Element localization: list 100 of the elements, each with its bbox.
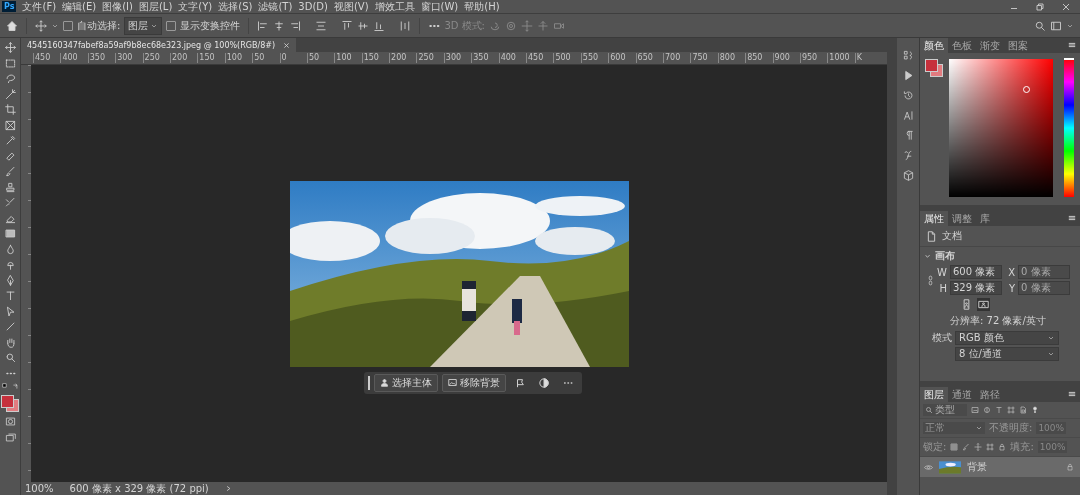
blend-mode-dropdown[interactable]: 正常 xyxy=(923,422,985,434)
lock-pixels-icon[interactable] xyxy=(950,443,959,451)
menu-item[interactable]: 视图(V) xyxy=(333,0,369,13)
target-dropdown[interactable]: 图层 xyxy=(124,16,163,35)
align-top-icon[interactable] xyxy=(341,19,354,32)
history-brush-icon[interactable] xyxy=(4,197,16,208)
close-icon[interactable] xyxy=(283,41,291,49)
layer-row[interactable]: 背景 xyxy=(920,457,1080,477)
eye-icon[interactable] xyxy=(924,462,933,472)
task-bar-button[interactable]: 选择主体 xyxy=(373,373,438,392)
menu-item[interactable]: 3D(D) xyxy=(298,0,328,13)
panel-tab[interactable]: 库 xyxy=(976,211,994,226)
swap-colors-icon[interactable] xyxy=(11,383,19,390)
history-icon[interactable] xyxy=(902,90,914,101)
panel-tab[interactable]: 颜色 xyxy=(920,38,948,53)
line-icon[interactable] xyxy=(4,321,16,332)
panel-tab[interactable]: 通道 xyxy=(948,387,976,402)
align-center-icon[interactable] xyxy=(273,19,286,32)
cube-icon[interactable] xyxy=(902,170,914,181)
color-swatches[interactable] xyxy=(1,394,19,412)
color-mode-dropdown[interactable]: RGB 颜色 xyxy=(955,331,1059,345)
chevron-right-icon[interactable] xyxy=(224,485,232,492)
eyedropper-icon[interactable] xyxy=(4,135,16,146)
restore-icon[interactable] xyxy=(1034,0,1046,13)
drop-icon[interactable] xyxy=(4,243,16,255)
character-icon[interactable] xyxy=(902,110,914,121)
image-filter-icon[interactable] xyxy=(971,406,979,414)
lock-artboard-icon[interactable] xyxy=(986,443,995,451)
lock-position-icon[interactable] xyxy=(974,443,983,451)
align-left-icon[interactable] xyxy=(257,19,270,32)
default-colors-icon[interactable] xyxy=(1,383,9,390)
menu-item[interactable]: 选择(S) xyxy=(218,0,253,13)
panel-tab[interactable]: 路径 xyxy=(976,387,1004,402)
panel-tab[interactable]: 色板 xyxy=(948,38,976,53)
distribute-columns-icon[interactable] xyxy=(399,19,412,32)
smart-object-filter-icon[interactable] xyxy=(1019,406,1027,414)
magic-wand-icon[interactable] xyxy=(4,88,16,100)
distribute-icon[interactable] xyxy=(315,19,328,32)
menu-item[interactable]: 窗口(W) xyxy=(420,0,459,13)
width-field[interactable]: 600 像素 xyxy=(950,265,1002,279)
workspace-icon[interactable] xyxy=(1050,19,1062,32)
frame-icon[interactable] xyxy=(4,119,16,131)
menu-item[interactable]: 文字(Y) xyxy=(178,0,213,13)
align-right-icon[interactable] xyxy=(289,19,302,32)
menu-item[interactable]: 文件(F) xyxy=(22,0,57,13)
crop-icon[interactable] xyxy=(4,104,16,115)
zoom-icon[interactable] xyxy=(4,352,16,363)
checkbox[interactable] xyxy=(63,20,73,31)
gradient-icon[interactable] xyxy=(4,228,16,239)
play-icon[interactable] xyxy=(902,70,914,81)
screen-mode-icon[interactable] xyxy=(4,431,16,443)
chevron-icon[interactable] xyxy=(924,252,931,260)
move-tool-icon[interactable] xyxy=(35,19,47,32)
link-icon[interactable] xyxy=(928,274,933,286)
toggle-dot-icon[interactable] xyxy=(1031,406,1039,414)
pointer-icon[interactable] xyxy=(4,305,16,317)
stamp-icon[interactable] xyxy=(4,181,16,193)
menu-icon[interactable] xyxy=(1068,41,1076,49)
type-icon[interactable] xyxy=(4,290,16,301)
panel-tab[interactable]: 调整 xyxy=(948,211,976,226)
checkbox[interactable] xyxy=(166,20,177,31)
panel-tab[interactable]: 图层 xyxy=(920,387,948,402)
menu-item[interactable]: 滤镜(T) xyxy=(258,0,293,13)
color-swatches[interactable] xyxy=(925,59,943,77)
height-field[interactable]: 329 像素 xyxy=(950,281,1002,295)
menu-icon[interactable] xyxy=(1068,390,1076,398)
bit-depth-dropdown[interactable]: 8 位/通道 xyxy=(955,347,1059,361)
menu-item[interactable]: 帮助(H) xyxy=(464,0,500,13)
align-middle-icon[interactable] xyxy=(357,19,370,32)
y-field[interactable]: 0 像素 xyxy=(1018,281,1070,295)
task-bar-button[interactable]: 移除背景 xyxy=(441,373,506,392)
roll-icon[interactable] xyxy=(505,19,517,32)
panel-tab[interactable]: 渐变 xyxy=(976,38,1004,53)
brush-icon[interactable] xyxy=(4,166,16,177)
arrange-icon[interactable] xyxy=(902,50,914,61)
portrait-icon[interactable] xyxy=(960,298,973,311)
search-icon[interactable] xyxy=(1034,19,1046,32)
dodge-icon[interactable] xyxy=(4,259,16,270)
hue-slider[interactable] xyxy=(1064,59,1074,197)
align-bottom-icon[interactable] xyxy=(373,19,386,32)
quick-mask-icon[interactable] xyxy=(4,416,16,427)
panel-tab[interactable]: 图案 xyxy=(1004,38,1032,53)
lasso-icon[interactable] xyxy=(4,73,16,84)
menu-item[interactable]: 图像(I) xyxy=(102,0,133,13)
lock-all-icon[interactable] xyxy=(998,443,1007,451)
glyphs-icon[interactable] xyxy=(902,150,914,161)
menu-icon[interactable] xyxy=(1068,214,1076,222)
home-icon[interactable] xyxy=(6,19,18,32)
hand-icon[interactable] xyxy=(4,336,16,348)
menu-item[interactable]: 编辑(E) xyxy=(62,0,97,13)
lock-paint-icon[interactable] xyxy=(962,443,971,451)
landscape-icon[interactable] xyxy=(977,298,990,311)
menu-item[interactable]: 增效工具 xyxy=(374,0,415,13)
color-field[interactable] xyxy=(948,59,1054,197)
type-filter-icon[interactable] xyxy=(995,406,1003,414)
adjustment-filter-icon[interactable] xyxy=(983,406,991,414)
pen-icon[interactable] xyxy=(4,274,16,286)
lock-icon[interactable] xyxy=(1066,463,1074,471)
shape-filter-icon[interactable] xyxy=(1007,406,1015,414)
layer-filter-field[interactable]: 类型 xyxy=(923,404,967,416)
